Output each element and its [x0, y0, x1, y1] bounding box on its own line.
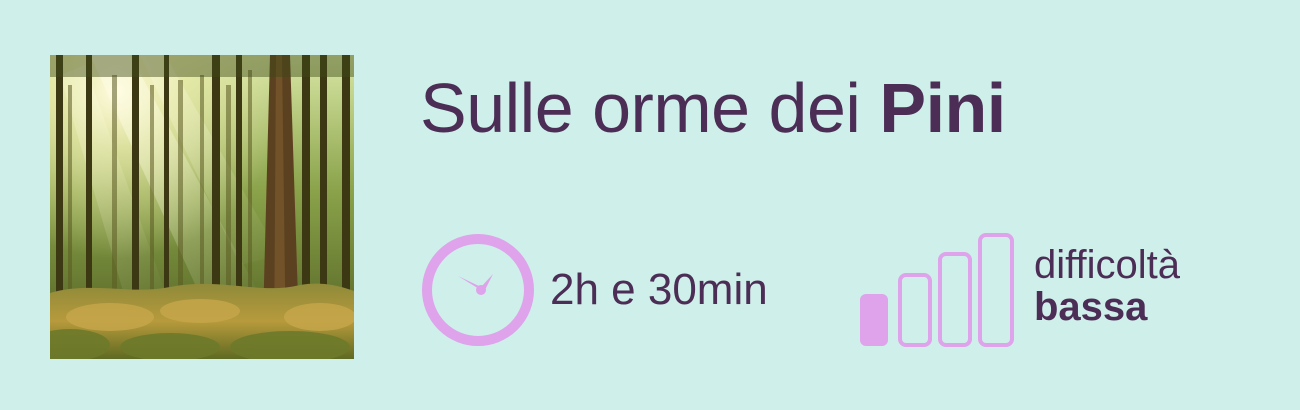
duration-info: 2h e 30min — [420, 232, 768, 348]
difficulty-bars-icon — [860, 233, 1014, 347]
difficulty-bar-2 — [898, 273, 932, 347]
trail-title-bold: Pini — [879, 69, 1006, 147]
trail-title: Sulle orme dei Pini — [420, 64, 1006, 152]
duration-text: 2h e 30min — [550, 265, 768, 314]
clock-icon — [422, 234, 534, 346]
difficulty-label: difficoltà — [1034, 243, 1181, 287]
difficulty-bar-4 — [978, 233, 1014, 347]
difficulty-value: bassa — [1034, 285, 1148, 329]
trail-title-regular: Sulle orme dei — [420, 69, 880, 147]
pine-forest-photo — [50, 55, 354, 359]
difficulty-bar-3 — [938, 252, 972, 347]
difficulty-info: difficoltà bassa — [858, 232, 1180, 348]
trail-card: Sulle orme dei Pini 2h e 30min difficolt… — [0, 0, 1300, 410]
difficulty-bar-1 — [860, 294, 888, 346]
difficulty-text: difficoltà bassa — [1034, 244, 1180, 328]
